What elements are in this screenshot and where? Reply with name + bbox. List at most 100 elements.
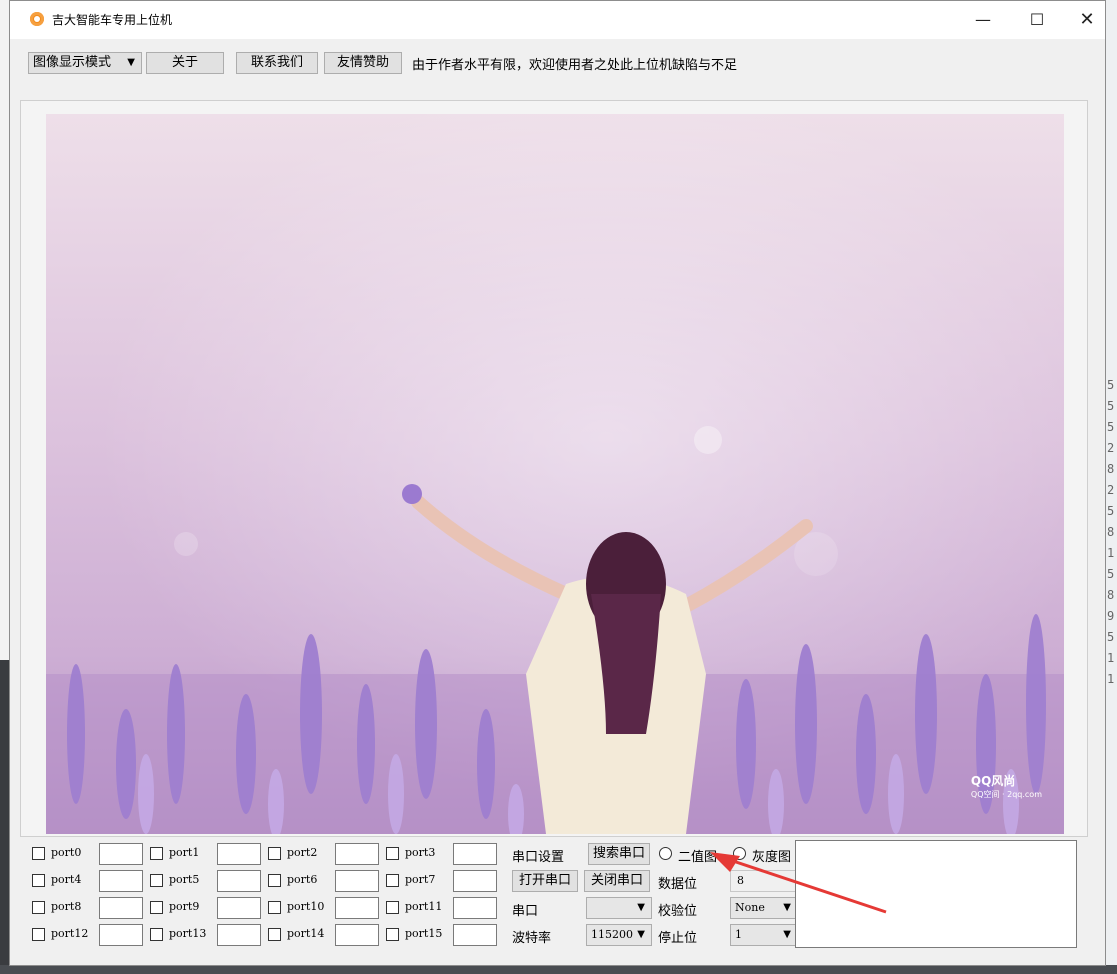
background-digit: 1 xyxy=(1107,651,1115,665)
chevron-down-icon: ▼ xyxy=(783,929,791,940)
baud-rate-dropdown[interactable]: 115200 ▼ xyxy=(586,924,652,946)
port8-label: port8 xyxy=(51,900,82,913)
port0-checkbox[interactable] xyxy=(32,847,45,860)
port6-label: port6 xyxy=(287,873,318,886)
port12-checkbox[interactable] xyxy=(32,928,45,941)
binary-image-radio[interactable] xyxy=(659,847,672,860)
donate-button[interactable]: 友情赞助 xyxy=(324,52,402,74)
port1-input[interactable] xyxy=(217,843,261,865)
port4-checkbox[interactable] xyxy=(32,874,45,887)
background-digit: 8 xyxy=(1107,525,1115,539)
port10-input[interactable] xyxy=(335,897,379,919)
port6-checkbox[interactable] xyxy=(268,874,281,887)
port8-input[interactable] xyxy=(99,897,143,919)
notice-text: 由于作者水平有限，欢迎使用者之处此上位机缺陷与不足 xyxy=(412,58,738,73)
port3-input[interactable] xyxy=(453,843,497,865)
port15-label: port15 xyxy=(405,927,443,940)
window-title: 吉大智能车专用上位机 xyxy=(52,13,173,27)
background-digit: 9 xyxy=(1107,609,1115,623)
data-bits-label: 数据位 xyxy=(658,877,698,892)
port15-checkbox[interactable] xyxy=(386,928,399,941)
port0-label: port0 xyxy=(51,846,82,859)
port9-label: port9 xyxy=(169,900,200,913)
port9-checkbox[interactable] xyxy=(150,901,163,914)
serial-settings-label: 串口设置 xyxy=(512,850,565,865)
background-digit: 2 xyxy=(1107,441,1115,455)
taskbar-strip xyxy=(0,965,1117,974)
port11-input[interactable] xyxy=(453,897,497,919)
port8-checkbox[interactable] xyxy=(32,901,45,914)
stop-bits-dropdown[interactable]: 1 ▼ xyxy=(730,924,798,946)
port11-checkbox[interactable] xyxy=(386,901,399,914)
close-serial-button[interactable]: 关闭串口 xyxy=(584,870,650,892)
stop-bits-label: 停止位 xyxy=(658,931,698,946)
port2-label: port2 xyxy=(287,846,318,859)
chevron-down-icon: ▼ xyxy=(127,57,135,68)
port7-checkbox[interactable] xyxy=(386,874,399,887)
serial-port-dropdown[interactable]: ▼ xyxy=(586,897,652,919)
watermark-brand: QQ风尚 xyxy=(970,774,1016,788)
maximize-button[interactable]: ☐ xyxy=(1014,1,1060,39)
port2-checkbox[interactable] xyxy=(268,847,281,860)
open-serial-button[interactable]: 打开串口 xyxy=(512,870,578,892)
about-button[interactable]: 关于 xyxy=(146,52,224,74)
background-digit: 5 xyxy=(1107,630,1115,644)
port4-input[interactable] xyxy=(99,870,143,892)
parity-label: 校验位 xyxy=(658,904,698,919)
background-digit: 8 xyxy=(1107,462,1115,476)
port9-input[interactable] xyxy=(217,897,261,919)
port1-checkbox[interactable] xyxy=(150,847,163,860)
display-mode-dropdown[interactable]: 图像显示模式 ▼ xyxy=(28,52,142,74)
background-digit: 1 xyxy=(1107,546,1115,560)
port4-label: port4 xyxy=(51,873,82,886)
port5-checkbox[interactable] xyxy=(150,874,163,887)
port15-input[interactable] xyxy=(453,924,497,946)
port14-checkbox[interactable] xyxy=(268,928,281,941)
watermark-sub: QQ空间 · 2qq.com xyxy=(970,790,1042,799)
port13-checkbox[interactable] xyxy=(150,928,163,941)
close-button[interactable]: ✕ xyxy=(1064,1,1110,39)
baud-rate-value: 115200 xyxy=(591,928,633,941)
port11-label: port11 xyxy=(405,900,443,913)
port1-label: port1 xyxy=(169,846,200,859)
lavender-girl-image xyxy=(46,114,1064,834)
port6-input[interactable] xyxy=(335,870,379,892)
background-digit: 2 xyxy=(1107,483,1115,497)
background-digit: 5 xyxy=(1107,399,1115,413)
red-arrow-annotation xyxy=(710,852,887,914)
background-digit: 5 xyxy=(1107,567,1115,581)
port3-checkbox[interactable] xyxy=(386,847,399,860)
background-digit: 5 xyxy=(1107,378,1115,392)
minimize-button[interactable]: — xyxy=(960,1,1006,39)
port5-input[interactable] xyxy=(217,870,261,892)
port5-label: port5 xyxy=(169,873,200,886)
app-icon xyxy=(30,12,44,26)
background-digit: 5 xyxy=(1107,504,1115,518)
chevron-down-icon: ▼ xyxy=(637,902,645,913)
port14-label: port14 xyxy=(287,927,325,940)
port12-label: port12 xyxy=(51,927,89,940)
chevron-down-icon: ▼ xyxy=(637,929,645,940)
stop-bits-value: 1 xyxy=(735,928,742,941)
port2-input[interactable] xyxy=(335,843,379,865)
contact-us-button[interactable]: 联系我们 xyxy=(236,52,318,74)
search-serial-button[interactable]: 搜索串口 xyxy=(588,843,650,865)
port7-input[interactable] xyxy=(453,870,497,892)
image-display: QQ风尚 QQ空间 · 2qq.com xyxy=(46,114,1064,834)
background-digit: 5 xyxy=(1107,420,1115,434)
port13-input[interactable] xyxy=(217,924,261,946)
port12-input[interactable] xyxy=(99,924,143,946)
background-digits: 5 5 5 2 8 2 5 8 1 5 8 9 5 1 1 xyxy=(1107,375,1117,690)
watermark-logo: QQ风尚 QQ空间 · 2qq.com xyxy=(971,772,1042,800)
port10-checkbox[interactable] xyxy=(268,901,281,914)
port0-input[interactable] xyxy=(99,843,143,865)
port10-label: port10 xyxy=(287,900,325,913)
background-digit: 8 xyxy=(1107,588,1115,602)
port3-label: port3 xyxy=(405,846,436,859)
display-mode-label: 图像显示模式 xyxy=(33,55,112,70)
title-bar[interactable]: 吉大智能车专用上位机 — ☐ ✕ xyxy=(10,1,1105,39)
port14-input[interactable] xyxy=(335,924,379,946)
port7-label: port7 xyxy=(405,873,436,886)
serial-port-label: 串口 xyxy=(512,904,539,919)
baud-rate-label: 波特率 xyxy=(512,931,552,946)
